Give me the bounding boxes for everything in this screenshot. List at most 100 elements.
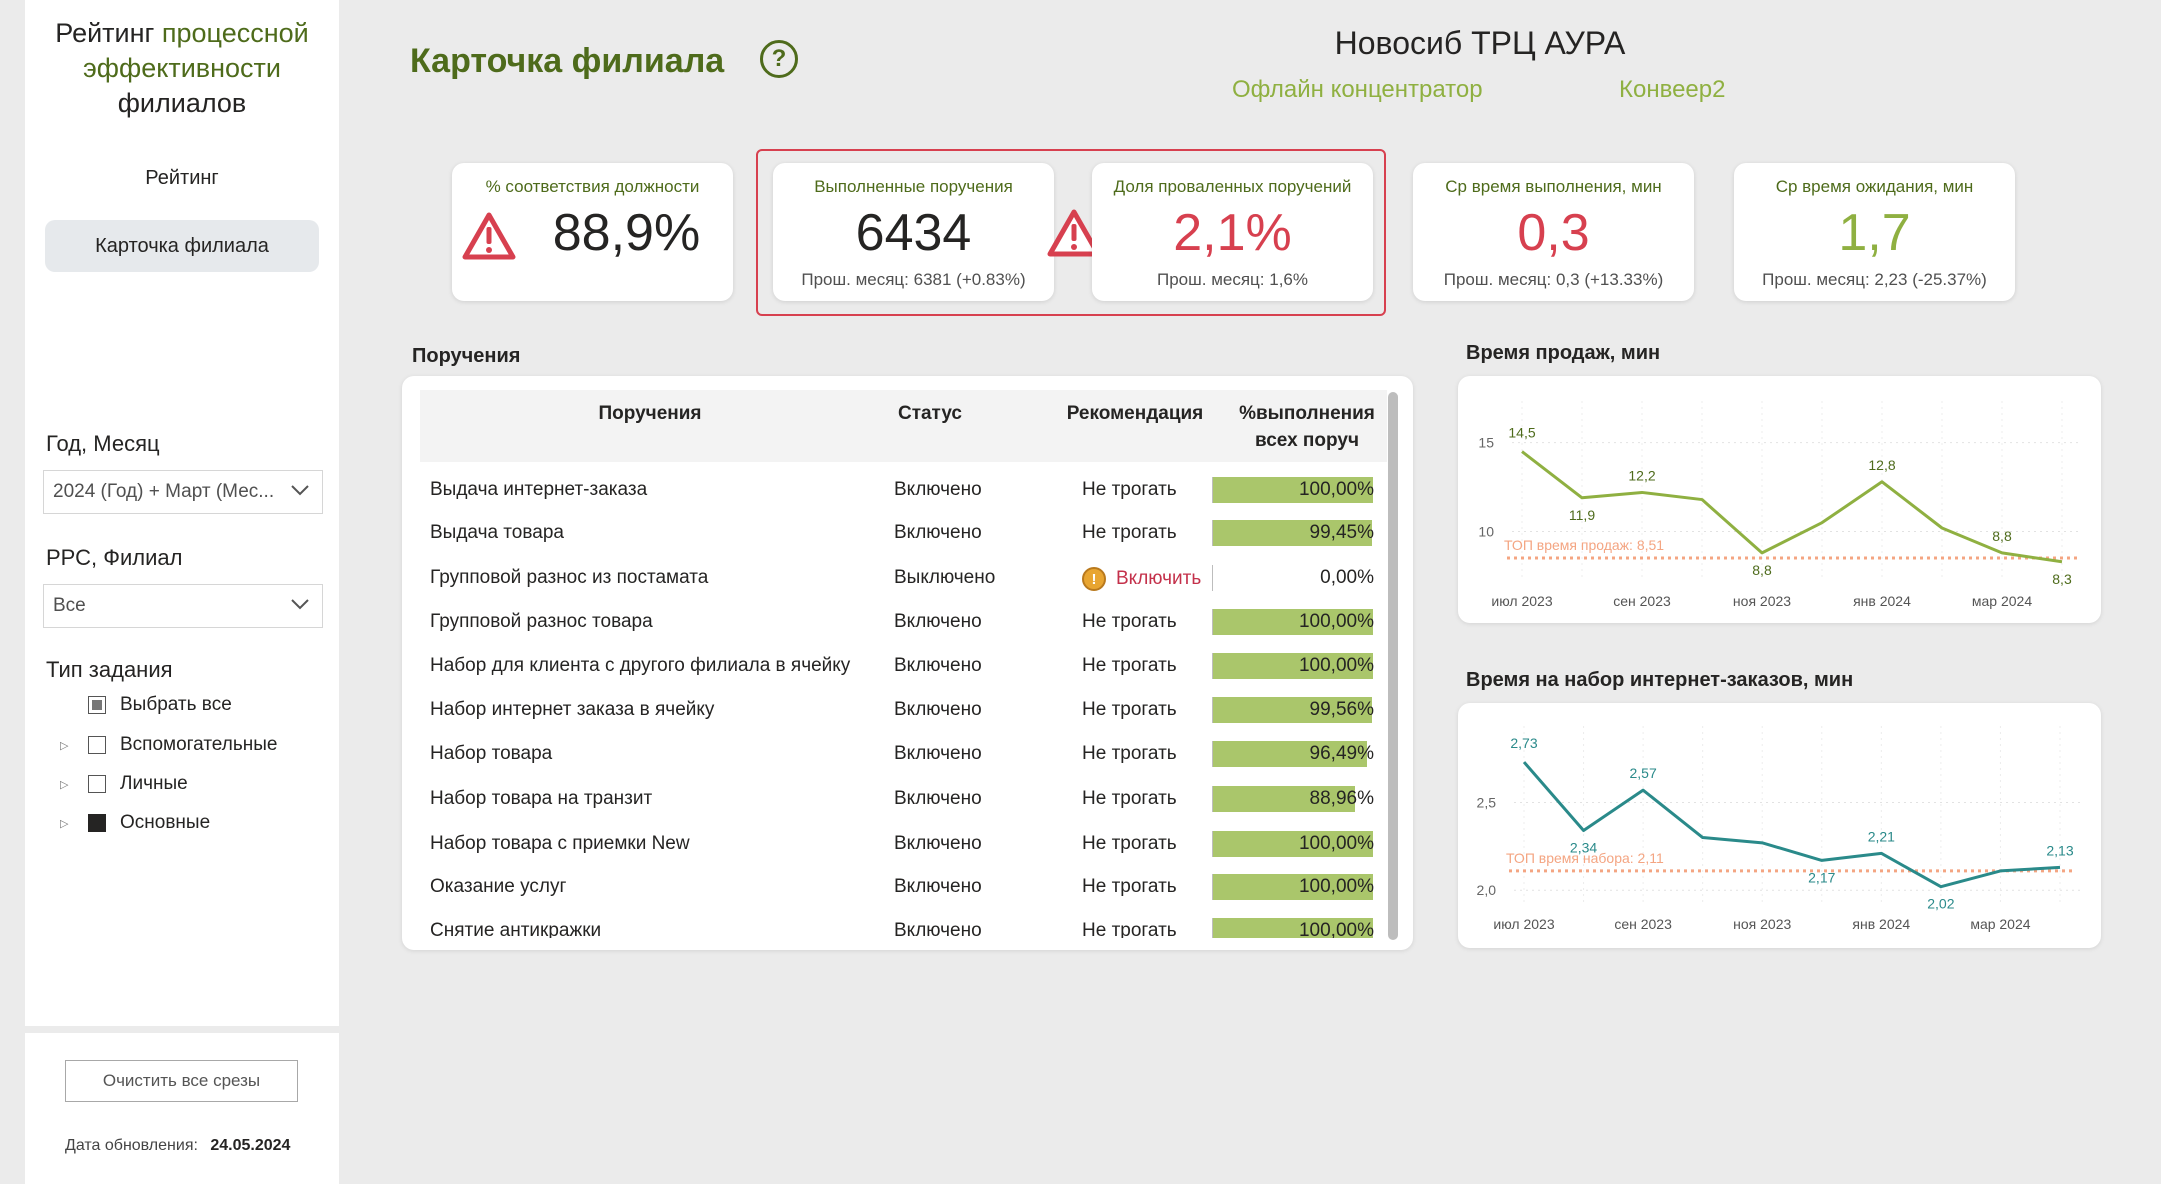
completion-cell: 100,00%: [1212, 477, 1376, 503]
completion-value: 100,00%: [1298, 833, 1374, 854]
task-type-label: Выбрать все: [120, 694, 232, 715]
recommendation-text: Не трогать: [1082, 876, 1177, 897]
task-name: Снятие антикражки: [430, 920, 602, 938]
task-recommendation: Не трогать: [1082, 743, 1177, 765]
task-status: Включено: [894, 920, 982, 938]
completion-value: 100,00%: [1298, 611, 1374, 632]
update-label: Дата обновления:: [65, 1137, 198, 1154]
sidebar-footer: Очистить все срезы Дата обновления: 24.0…: [25, 1033, 339, 1184]
y-tick-label: 2,5: [1477, 794, 1497, 810]
completion-cell: 99,56%: [1212, 697, 1376, 723]
completion-value: 99,45%: [1309, 522, 1374, 543]
kpi-previous: Прош. месяц: 2,23 (-25.37%): [1762, 270, 1987, 289]
kpi-value: 2,1%: [1173, 204, 1292, 262]
order-picking-chart-card: 2,0 2,5 июл 2023 сен 2023 ноя 2023 янв 2024 ма…: [1458, 703, 2101, 948]
table-row[interactable]: Набор товара Включено Не трогать 96,49%: [420, 732, 1387, 776]
data-label: 11,9: [1569, 507, 1595, 523]
task-recommendation: Не трогать: [1082, 479, 1177, 501]
task-status: Выключено: [894, 567, 996, 588]
table-row[interactable]: Набор товара с приемки New Включено Не тро…: [420, 822, 1387, 866]
task-name: Набор интернет заказа в ячейку: [430, 699, 715, 720]
task-type-main[interactable]: ▷ Основные: [60, 810, 210, 836]
column-header-task[interactable]: Поручения: [540, 400, 760, 427]
table-scrollbar[interactable]: [1388, 392, 1398, 940]
table-row[interactable]: Групповой разнос из постамата Выключено! В…: [420, 556, 1387, 600]
kpi-card-avg-exec-time: Ср время выполнения, мин 0,3 Прош. месяц…: [1413, 163, 1694, 301]
expand-arrow-icon[interactable]: ▷: [60, 739, 74, 752]
task-recommendation: Не трогать: [1082, 611, 1177, 633]
tasks-table: Поручения Статус Рекомендация %выполнени…: [402, 376, 1413, 950]
task-name: Набор для клиента с другого филиала в яч…: [430, 655, 851, 676]
completion-value: 100,00%: [1298, 876, 1374, 897]
recommendation-text: Не трогать: [1082, 611, 1177, 632]
task-name: Групповой разнос из постамата: [430, 567, 709, 588]
help-icon[interactable]: ?: [760, 40, 798, 78]
table-row[interactable]: Набор товара на транзит Включено Не трогат…: [420, 777, 1387, 821]
branch-dropdown[interactable]: Все: [43, 584, 323, 628]
expand-arrow-icon[interactable]: ▷: [60, 778, 74, 791]
task-recommendation: Не трогать: [1082, 522, 1177, 544]
table-row[interactable]: Снятие антикражки Включено Не трогать 100,0…: [420, 909, 1387, 938]
task-status: Включено: [894, 611, 982, 632]
x-tick-label: мар 2024: [1972, 593, 2032, 609]
checked-checkbox-icon[interactable]: [88, 814, 106, 832]
reference-line-label: ТОП время продаж: 8,51: [1504, 537, 1664, 553]
nav-branch-card[interactable]: Карточка филиала: [45, 220, 319, 272]
task-type-filter-label: Тип задания: [46, 657, 173, 682]
sales-time-chart: 10 15 июл 2023 сен 2023 ноя 2023 янв 2024 мар …: [1478, 401, 2082, 609]
completion-value: 88,96%: [1309, 788, 1374, 809]
data-label: 2,13: [2046, 842, 2073, 858]
column-header-recommendation[interactable]: Рекомендация: [1040, 400, 1230, 427]
branch-filter-label: РРС, Филиал: [46, 545, 183, 570]
expand-arrow-icon[interactable]: ▷: [60, 817, 74, 830]
clear-filters-button[interactable]: Очистить все срезы: [65, 1060, 298, 1102]
column-header-status[interactable]: Статус: [860, 400, 1000, 427]
task-recommendation: Не трогать: [1082, 920, 1177, 938]
page-title: Карточка филиала: [410, 42, 725, 80]
data-label: 2,73: [1510, 735, 1537, 751]
table-row[interactable]: Набор интернет заказа в ячейку Включено Не…: [420, 688, 1387, 732]
checkbox-icon[interactable]: [88, 736, 106, 754]
kpi-label: % соответствия должности: [485, 177, 700, 196]
column-header-completion[interactable]: %выполнения всех поруч: [1232, 400, 1382, 454]
kpi-label: Ср время ожидания, мин: [1775, 177, 1974, 196]
y-tick-label: 10: [1478, 524, 1494, 540]
table-row[interactable]: Набор для клиента с другого филиала в яч…: [420, 644, 1387, 688]
y-tick-label: 15: [1478, 435, 1494, 451]
completion-cell: 99,45%: [1212, 520, 1376, 546]
app-title: Рейтинг процессной эффективности филиало…: [25, 16, 339, 121]
app-title-word2: процессной: [161, 18, 309, 48]
task-name: Групповой разнос товара: [430, 611, 653, 632]
task-name: Выдача интернет-заказа: [430, 479, 648, 500]
period-dropdown[interactable]: 2024 (Год) + Март (Мес...: [43, 470, 323, 514]
x-tick-label: сен 2023: [1613, 593, 1671, 609]
partial-checkbox-icon[interactable]: [88, 696, 106, 714]
chevron-down-icon: [291, 485, 309, 496]
table-row[interactable]: Групповой разнос товара Включено Не трогат…: [420, 600, 1387, 644]
table-row[interactable]: Выдача интернет-заказа Включено Не трогать…: [420, 468, 1387, 512]
period-dropdown-value: 2024 (Год) + Март (Мес...: [53, 481, 275, 502]
data-label: 14,5: [1508, 425, 1535, 441]
x-tick-label: ноя 2023: [1733, 916, 1791, 932]
data-label: 12,8: [1868, 457, 1895, 473]
task-status: Включено: [894, 522, 982, 543]
recommendation-text: Не трогать: [1082, 655, 1177, 676]
table-body: Выдача интернет-заказа Включено Не трогать…: [420, 468, 1387, 938]
x-tick-label: ноя 2023: [1733, 593, 1791, 609]
task-type-auxiliary[interactable]: ▷ Вспомогательные: [60, 732, 277, 758]
table-row[interactable]: Выдача товара Включено Не трогать 99,45%: [420, 511, 1387, 555]
completion-cell: 100,00%: [1212, 653, 1376, 679]
kpi-value: 88,9%: [552, 204, 701, 262]
task-type-personal[interactable]: ▷ Личные: [60, 771, 188, 797]
task-type-select-all[interactable]: Выбрать все: [60, 692, 232, 718]
kpi-previous: Прош. месяц: 1,6%: [1157, 270, 1308, 289]
branch-dropdown-value: Все: [53, 595, 86, 616]
task-recommendation: Не трогать: [1082, 655, 1177, 677]
completion-value: 100,00%: [1298, 920, 1374, 938]
checkbox-icon[interactable]: [88, 775, 106, 793]
table-row[interactable]: Оказание услуг Включено Не трогать 100,00%: [420, 865, 1387, 909]
nav-rating[interactable]: Рейтинг: [45, 152, 319, 204]
task-recommendation: Не трогать: [1082, 788, 1177, 810]
task-type-label: Личные: [120, 773, 188, 794]
sales-time-chart-card: 10 15 июл 2023 сен 2023 ноя 2023 янв 2024 мар …: [1458, 376, 2101, 623]
